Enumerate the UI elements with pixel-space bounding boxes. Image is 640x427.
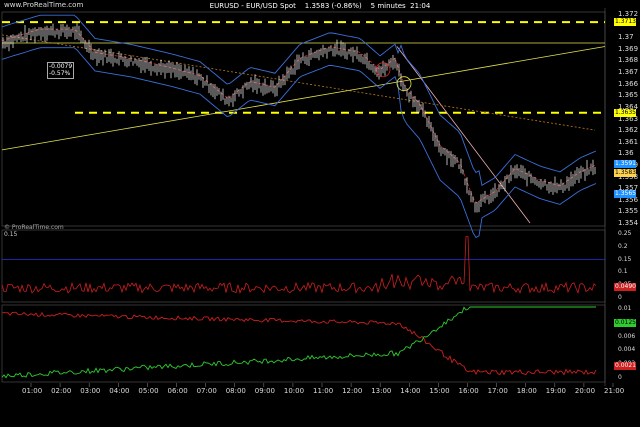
price-tick-label: 1.362 bbox=[618, 126, 639, 135]
time-label: 14:00 bbox=[400, 387, 421, 395]
price-tick-label: 1.372 bbox=[618, 10, 639, 18]
price-marker-box: 1.3583 bbox=[614, 169, 636, 178]
indicator2-tick-label: 0.01 bbox=[618, 305, 632, 312]
indicator1-tick-label: 0.1 bbox=[618, 268, 628, 276]
time-label: 02:00 bbox=[51, 387, 72, 395]
time-label: 17:00 bbox=[487, 387, 508, 395]
indicator1-line bbox=[1, 236, 597, 295]
price-marker-box: 1.3565 bbox=[614, 189, 636, 198]
time-label: 16:00 bbox=[458, 387, 479, 395]
price-tick-label: 1.367 bbox=[618, 68, 639, 77]
bollinger-lower bbox=[1, 47, 597, 239]
time-label: 11:00 bbox=[313, 387, 334, 395]
variation-abs: -0.0079 bbox=[49, 63, 73, 70]
price-tick-label: 1.354 bbox=[618, 219, 639, 227]
price-tick-label: 1.37 bbox=[618, 33, 634, 42]
variation-box: -0.0079 -0.57% bbox=[47, 62, 74, 79]
indicator2-tick-label: 0.004 bbox=[618, 346, 636, 354]
price-chart-svg[interactable] bbox=[0, 0, 640, 427]
indicator1-tick-label: 0 bbox=[618, 294, 622, 301]
time-label: 08:00 bbox=[225, 387, 246, 395]
price-tick-label: 1.365 bbox=[618, 91, 639, 100]
indicator2-tick-label: 0 bbox=[618, 374, 622, 381]
price-tick-label: 1.368 bbox=[618, 56, 639, 65]
time-label: 04:00 bbox=[109, 387, 130, 395]
indicator1-level-label: 0.15 bbox=[4, 231, 18, 238]
price-tick-label: 1.361 bbox=[618, 137, 639, 146]
indicator2-red-box: 0.0021 bbox=[614, 362, 636, 370]
indicator2-green-box: 0.0125 bbox=[614, 319, 636, 327]
time-label: 05:00 bbox=[138, 387, 159, 395]
price-panel-frame bbox=[1, 11, 606, 227]
price-marker-box: 1.3635 bbox=[614, 108, 636, 117]
time-label: 20:00 bbox=[574, 387, 596, 395]
time-label: 07:00 bbox=[196, 387, 217, 395]
variation-pct: -0.57% bbox=[49, 70, 71, 77]
indicator1-tick-label: 0.25 bbox=[618, 230, 632, 237]
time-label: 09:00 bbox=[254, 387, 275, 395]
indicator2-tick-label: 0.006 bbox=[618, 332, 636, 340]
indicator2-panel-frame bbox=[1, 304, 606, 383]
indicator1-tick-label: 0.15 bbox=[618, 255, 632, 263]
rising-trendline bbox=[1, 46, 606, 151]
time-label: 10:00 bbox=[283, 387, 305, 395]
time-label: 18:00 bbox=[516, 387, 537, 395]
time-label: 06:00 bbox=[167, 387, 188, 395]
price-marker-box: 1.3713 bbox=[614, 18, 636, 27]
price-marker-box: 1.3591 bbox=[614, 159, 636, 168]
time-label: 13:00 bbox=[371, 387, 392, 395]
indicator1-value-box: 0.0490 bbox=[614, 283, 636, 291]
time-label: 03:00 bbox=[80, 387, 101, 395]
bollinger-upper bbox=[1, 14, 597, 187]
indicator2-green-line bbox=[1, 306, 596, 379]
time-label: 15:00 bbox=[429, 387, 450, 395]
indicator2-red-line bbox=[1, 311, 597, 376]
indicator1-tick-label: 0.2 bbox=[618, 242, 628, 250]
time-label: 21:00 bbox=[604, 387, 625, 395]
price-tick-label: 1.366 bbox=[618, 79, 639, 88]
price-tick-label: 1.355 bbox=[618, 207, 639, 216]
price-tick-label: 1.369 bbox=[618, 44, 639, 53]
time-label: 19:00 bbox=[545, 387, 566, 395]
price-tick-label: 1.36 bbox=[618, 149, 634, 158]
time-label: 12:00 bbox=[342, 387, 363, 395]
falling-trendline bbox=[396, 46, 531, 224]
time-label: 01:00 bbox=[22, 387, 43, 395]
